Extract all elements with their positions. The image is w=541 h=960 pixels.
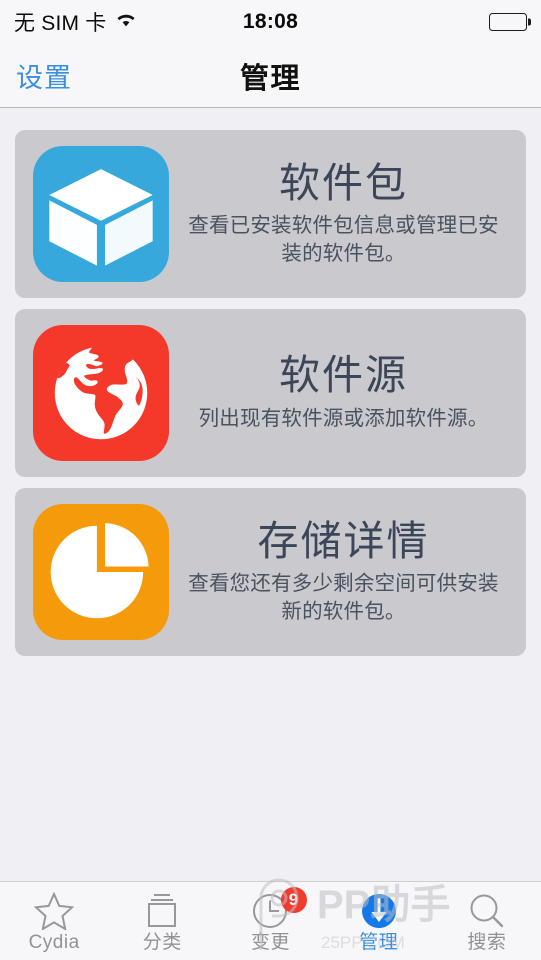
tab-label: 管理 [359,931,399,953]
tab-manage[interactable]: 管理 [325,882,433,960]
card-title: 存储详情 [257,517,430,564]
page-title: 管理 [239,62,301,95]
card-description: 查看已安装软件包信息或管理已安装的软件包。 [188,214,499,265]
download-circle-icon [357,891,401,931]
card-description: 列出现有软件源或添加软件源。 [198,407,489,431]
navigation-bar: 设置 管理 [0,44,541,108]
status-bar: 无 SIM 卡 18:08 [0,0,541,44]
tab-bar: Cydia 分类 9 变更 管理 搜索 PP助手 25PP.COM [0,878,541,960]
tab-label: 搜索 [467,931,507,953]
card-title: 软件源 [279,352,408,399]
tab-search[interactable]: 搜索 [433,882,541,960]
manage-card-list: 软件包 查看已安装软件包信息或管理已安装的软件包。 软件源 列出现有软件源或添加… [0,108,541,881]
globe-icon [33,325,169,461]
tab-label: Cydia [28,931,80,953]
card-description: 查看您还有多少剩余空间可供安装新的软件包。 [188,572,499,623]
star-icon [32,891,76,931]
tab-cydia[interactable]: Cydia [0,882,108,960]
stack-icon [140,891,184,931]
card-text-sources: 软件源 列出现有软件源或添加软件源。 [169,352,514,432]
search-icon [465,891,509,931]
pie-chart-icon [33,504,169,640]
card-packages[interactable]: 软件包 查看已安装软件包信息或管理已安装的软件包。 [15,130,526,298]
back-button[interactable]: 设置 [0,56,72,95]
card-storage[interactable]: 存储详情 查看您还有多少剩余空间可供安装新的软件包。 [15,488,526,656]
changes-badge: 9 [280,886,307,913]
card-text-packages: 软件包 查看已安装软件包信息或管理已安装的软件包。 [169,159,514,268]
card-sources[interactable]: 软件源 列出现有软件源或添加软件源。 [15,309,526,477]
app-screen: 无 SIM 卡 18:08 设置 管理 软件包 查看已安装软件包信息或管理已安装… [0,0,541,960]
clock-label: 18:08 [242,10,299,33]
clock-icon: 9 [249,886,307,931]
tab-sections[interactable]: 分类 [108,882,216,960]
tab-changes[interactable]: 9 变更 [216,882,324,960]
status-right-group [489,13,527,31]
box-icon [33,146,169,282]
tab-label: 分类 [142,931,182,953]
card-text-storage: 存储详情 查看您还有多少剩余空间可供安装新的软件包。 [169,517,514,626]
card-title: 软件包 [279,159,408,206]
battery-icon [489,13,527,31]
tab-label: 变更 [251,931,291,953]
